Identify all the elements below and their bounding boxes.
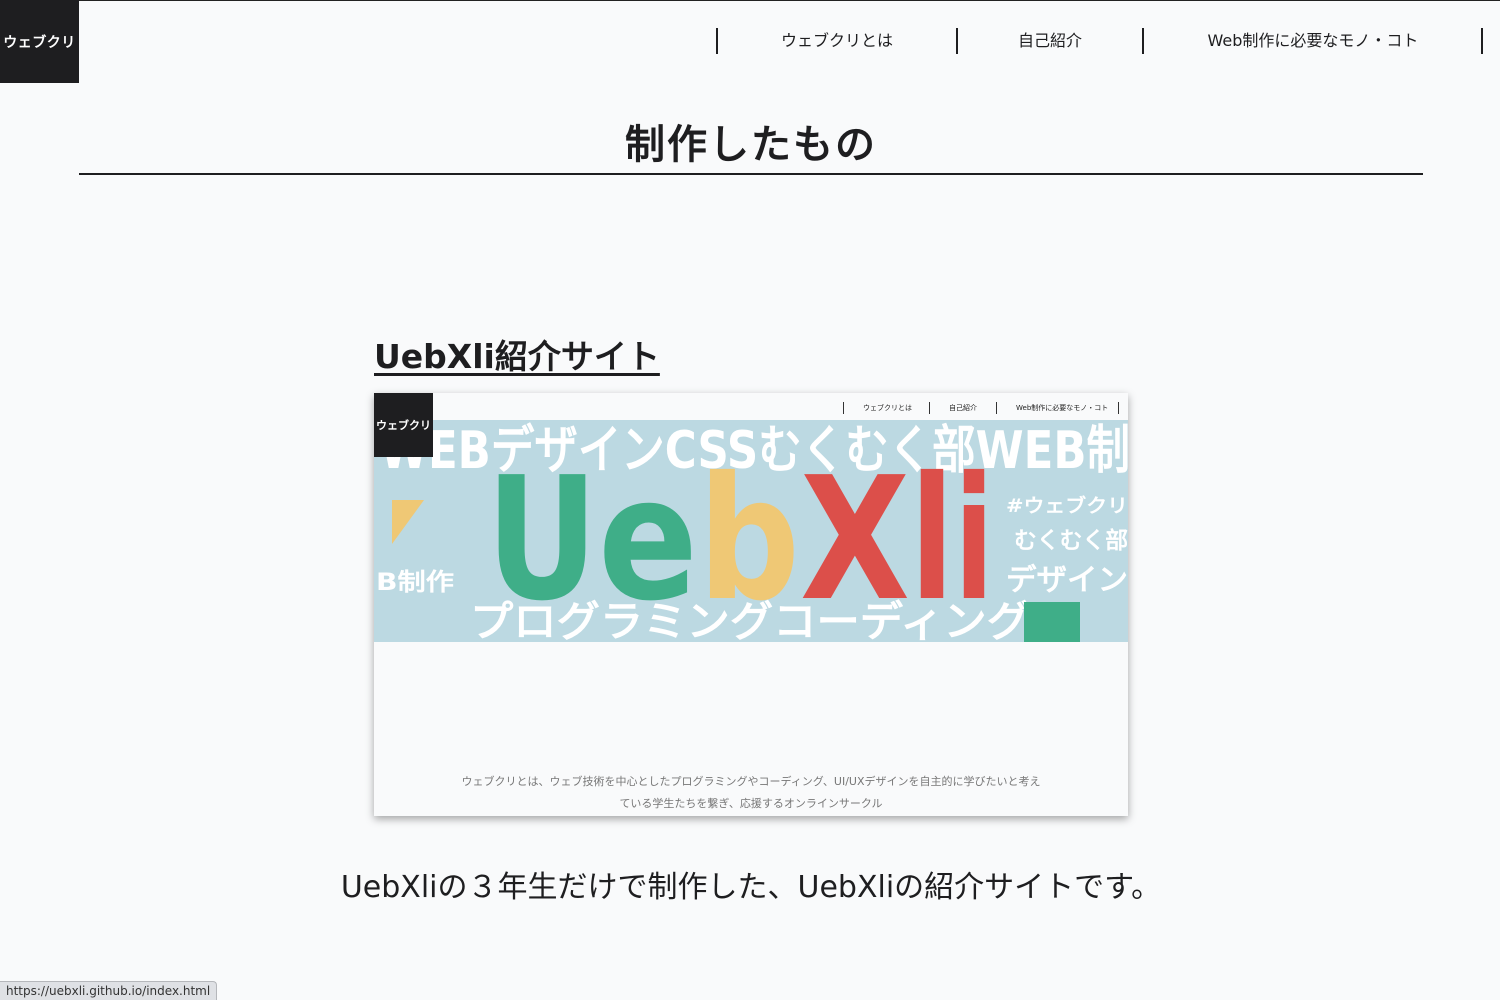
section-divider bbox=[79, 173, 1423, 175]
banner-letter: b bbox=[698, 441, 800, 639]
screenshot-nav-separator bbox=[1118, 402, 1119, 414]
nav-separator bbox=[1481, 28, 1483, 54]
nav-item-profile[interactable]: 自己紹介 bbox=[958, 30, 1142, 52]
work-screenshot[interactable]: ウェブクリ ウェブクリとは 自己紹介 Web制作に必要なモノ・コト WEBデザイ… bbox=[374, 393, 1128, 816]
work-caption: UebXliの３年生だけで制作した、UebXliの紹介サイトです。 bbox=[340, 870, 1162, 905]
section-title: 制作したもの bbox=[625, 122, 877, 168]
screenshot-description-line: ている学生たちを繋ぎ、応援するオンラインサークル bbox=[619, 797, 883, 810]
screenshot-nav: ウェブクリとは 自己紹介 Web制作に必要なモノ・コト bbox=[374, 402, 1128, 414]
banner-letter: l bbox=[910, 441, 954, 639]
nav-item-web-production[interactable]: Web制作に必要なモノ・コト bbox=[1144, 30, 1482, 52]
screenshot-nav-item: 自己紹介 bbox=[949, 404, 977, 412]
screenshot-nav-item: Web制作に必要なモノ・コト bbox=[1016, 404, 1109, 412]
banner-letter: e bbox=[598, 441, 698, 639]
screenshot-description: ウェブクリとは、ウェブ技術を中心としたプログラミングやコーディング、UI/UXデ… bbox=[374, 771, 1128, 815]
screenshot-nav-separator bbox=[843, 402, 844, 414]
status-bar-url: https://uebxli.github.io/index.html bbox=[0, 981, 218, 1000]
screenshot-nav-item: ウェブクリとは bbox=[863, 404, 912, 412]
banner-letter: i bbox=[954, 441, 994, 639]
banner-letter: U bbox=[486, 441, 598, 639]
screenshot-nav-separator bbox=[929, 402, 930, 414]
top-border bbox=[0, 0, 1500, 1]
nav-item-about[interactable]: ウェブクリとは bbox=[718, 30, 956, 52]
screenshot-description-line: ウェブクリとは、ウェブ技術を中心としたプログラミングやコーディング、UI/UXデ… bbox=[461, 775, 1041, 788]
banner-bg-word: むくむく部 bbox=[1014, 527, 1128, 554]
work-title-link[interactable]: UebXli紹介サイト bbox=[374, 330, 660, 378]
banner-green-square bbox=[1024, 602, 1080, 642]
main-nav: ウェブクリとは 自己紹介 Web制作に必要なモノ・コト bbox=[0, 28, 1500, 54]
banner-bg-word: デザイン bbox=[1006, 563, 1128, 598]
banner-letter: X bbox=[800, 441, 910, 639]
screenshot-hero-banner: WEBデザインCSSむくむく部WEB制 プログラミングコーディング #ウェブクリ… bbox=[374, 420, 1128, 642]
screenshot-nav-separator bbox=[996, 402, 997, 414]
banner-bg-word: #ウェブクリ bbox=[1006, 494, 1128, 517]
banner-bg-word: B制作 bbox=[376, 568, 454, 596]
